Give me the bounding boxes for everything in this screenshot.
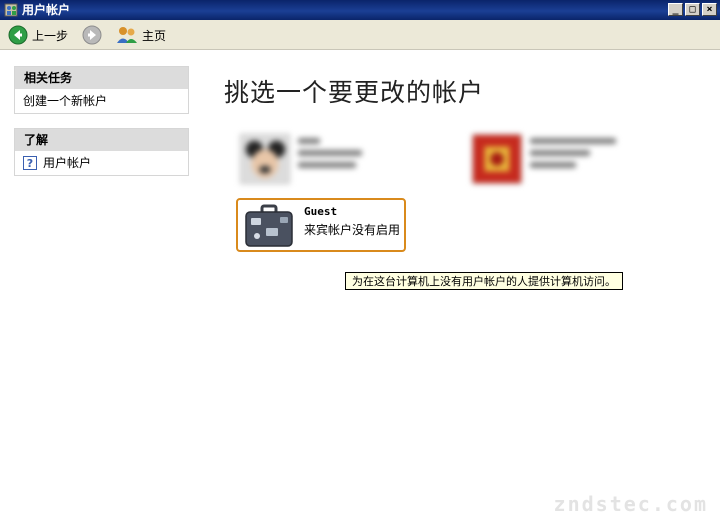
title-bar: 用户帐户 _ □ ×	[0, 0, 720, 20]
users-app-icon	[4, 3, 18, 17]
account-tile[interactable]	[472, 134, 616, 184]
help-icon: ?	[23, 156, 37, 170]
forward-arrow-icon	[82, 25, 102, 45]
account-info-redacted	[530, 138, 616, 174]
related-tasks-panel: 相关任务 创建一个新帐户	[14, 66, 189, 114]
back-arrow-icon	[8, 25, 28, 45]
account-avatar	[240, 134, 290, 184]
minimize-button[interactable]: _	[668, 3, 683, 16]
learn-header: 了解	[15, 129, 188, 151]
home-button[interactable]: 主页	[116, 24, 166, 46]
learn-panel: 了解 ? 用户帐户	[14, 128, 189, 176]
create-account-link[interactable]: 创建一个新帐户	[15, 89, 188, 113]
svg-text:?: ?	[27, 157, 33, 170]
guest-account-tile[interactable]: Guest 来宾帐户没有启用	[236, 198, 406, 252]
user-accounts-help-link[interactable]: ? 用户帐户	[15, 151, 188, 175]
back-label: 上一步	[32, 28, 69, 43]
user-accounts-help-label: 用户帐户	[43, 156, 92, 170]
client-area: 相关任务 创建一个新帐户 了解 ? 用户帐户 挑选一个要更改的帐户 Guest …	[0, 50, 720, 522]
users-home-icon	[117, 27, 137, 43]
window-controls: _ □ ×	[668, 3, 717, 16]
account-info-redacted	[298, 138, 362, 174]
home-label: 主页	[142, 28, 167, 43]
close-button[interactable]: ×	[702, 3, 717, 16]
account-avatar	[472, 134, 522, 184]
maximize-button[interactable]: □	[685, 3, 700, 16]
window-title: 用户帐户	[22, 3, 71, 17]
related-tasks-header: 相关任务	[15, 67, 188, 89]
forward-button[interactable]	[82, 24, 102, 46]
guest-tooltip: 为在这台计算机上没有用户帐户的人提供计算机访问。	[345, 272, 623, 290]
back-button[interactable]: 上一步	[8, 24, 68, 46]
guest-name: Guest	[304, 205, 338, 218]
watermark: zndstec.com	[553, 492, 708, 516]
guest-status: 来宾帐户没有启用	[304, 223, 401, 237]
suitcase-icon	[245, 204, 293, 247]
toolbar: 上一步 主页	[0, 20, 720, 50]
account-tile[interactable]	[240, 134, 362, 184]
page-title: 挑选一个要更改的帐户	[224, 78, 485, 107]
